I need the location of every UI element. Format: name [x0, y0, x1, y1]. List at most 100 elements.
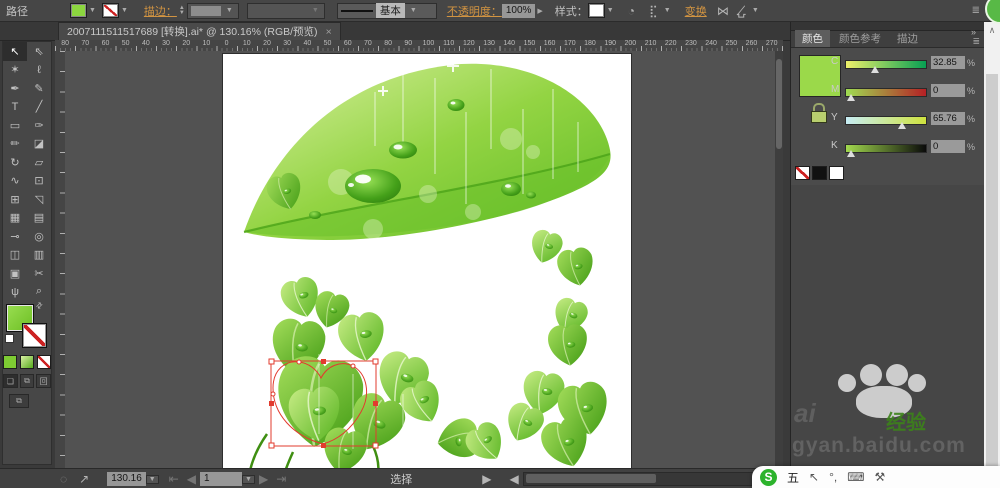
first-artboard-icon[interactable]: ⇤ [169, 472, 179, 486]
sync-status-icon[interactable]: ◌ [60, 472, 67, 486]
symbol-sprayer-tool[interactable]: ◫ [3, 246, 27, 265]
scale-tool[interactable]: ▱ [27, 153, 51, 172]
column-graph-tool[interactable]: ▥ [27, 246, 51, 265]
style-swatch[interactable] [587, 3, 605, 18]
align-dropdown-icon[interactable]: ▼ [662, 7, 673, 14]
channel-slider[interactable] [845, 60, 927, 69]
line-segment-tool[interactable]: ╱ [27, 98, 51, 117]
default-colors-icon[interactable] [5, 334, 14, 343]
free-transform-tool[interactable]: ⊡ [27, 172, 51, 191]
hscroll-thumb[interactable] [525, 474, 656, 483]
transform-link[interactable]: 变换 [685, 3, 707, 19]
draw-normal-icon[interactable]: ❏ [3, 374, 18, 388]
color-button[interactable] [3, 355, 17, 369]
gradient-tool[interactable]: ▤ [27, 209, 51, 228]
artboard-number-field[interactable]: 1 [200, 472, 243, 486]
stroke-link[interactable]: 描边： [144, 3, 177, 19]
opacity-link[interactable]: 不透明度： [447, 3, 502, 19]
none-button[interactable] [37, 355, 51, 369]
tab-color[interactable]: 颜色 [795, 30, 830, 47]
shape-builder-tool[interactable]: ⊞ [3, 190, 27, 209]
ime-keyboard-icon[interactable]: ⌨ [847, 470, 864, 484]
artboard-tool[interactable]: ▣ [3, 264, 27, 283]
prev-artboard-icon[interactable]: ◀ [187, 472, 196, 486]
curvature-pen-tool[interactable]: ✎ [27, 79, 51, 98]
type-tool[interactable]: T [3, 98, 27, 117]
rotate-tool[interactable]: ↻ [3, 153, 27, 172]
channel-value-field[interactable]: 65.76 [931, 112, 965, 125]
lasso-tool[interactable]: ℓ [27, 61, 51, 80]
zoom-tool[interactable]: ⌕ [27, 283, 51, 302]
stroke-weight-stepper[interactable]: ▲ ▼ [179, 5, 185, 16]
stroke-dropdown-icon[interactable]: ▼ [119, 7, 130, 14]
last-artboard-icon[interactable]: ⇥ [276, 472, 286, 486]
ime-punctuation-icon[interactable]: °, [829, 470, 837, 484]
align-icon[interactable]: ⣏ [649, 4, 658, 18]
brush-definition-dropdown[interactable]: 基本 ▼ [336, 2, 437, 19]
stroke-weight-dropdown[interactable]: ▼ [186, 2, 239, 19]
draw-behind-icon[interactable]: ⧉ [19, 374, 35, 388]
slider-thumb[interactable] [897, 122, 906, 129]
channel-value-field[interactable]: 0 [931, 140, 965, 153]
ime-settings-icon[interactable]: ⚒ [875, 470, 886, 484]
magic-wand-tool[interactable]: ✶ [3, 61, 27, 80]
ime-cursor-icon[interactable]: ↖ [809, 470, 819, 484]
opacity-value-field[interactable]: 100% [501, 3, 536, 18]
selection-tool[interactable]: ↖ [3, 42, 27, 61]
mesh-tool[interactable]: ▦ [3, 209, 27, 228]
screen-mode-icon[interactable]: ⧉ [9, 394, 29, 408]
stroke-color-swatch[interactable] [101, 3, 119, 18]
zoom-level-field[interactable]: 130.16 [107, 472, 146, 486]
slice-tool[interactable]: ✂ [27, 264, 51, 283]
zoom-dropdown[interactable]: ▼ [145, 474, 159, 484]
slider-thumb[interactable] [846, 150, 855, 157]
toolbar-stroke-swatch[interactable] [22, 323, 47, 348]
ime-logo[interactable]: S [760, 468, 777, 486]
hand-tool[interactable]: ψ [3, 283, 27, 302]
channel-value-field[interactable]: 0 [931, 84, 965, 97]
channel-slider[interactable] [845, 116, 927, 125]
swap-fill-stroke-icon[interactable]: ⇄ [34, 300, 45, 311]
rectangle-tool[interactable]: ▭ [3, 116, 27, 135]
share-icon[interactable]: ↗ [79, 472, 89, 486]
recolor-artwork-icon[interactable]: ◔ [628, 4, 635, 18]
channel-value-field[interactable]: 32.85 [931, 56, 965, 69]
none-swatch[interactable] [795, 166, 810, 180]
black-swatch[interactable] [812, 166, 827, 180]
select-similar-dropdown[interactable]: ▼ [750, 7, 761, 14]
channel-slider[interactable] [845, 144, 927, 153]
width-profile-dropdown[interactable]: ▼ [246, 2, 325, 19]
channel-slider[interactable] [845, 88, 927, 97]
pen-tool[interactable]: ✒ [3, 79, 27, 98]
page-scroll-thumb[interactable] [986, 74, 998, 488]
page-scrollbar[interactable]: ∧ [984, 22, 1000, 488]
blend-tool[interactable]: ◎ [27, 227, 51, 246]
eraser-tool[interactable]: ◪ [27, 135, 51, 154]
hscroll-left-arrow[interactable]: ◀ [510, 472, 519, 486]
opacity-expand-icon[interactable]: ▶ [535, 7, 544, 15]
fill-color-swatch[interactable] [70, 3, 87, 18]
lock-icon[interactable] [811, 103, 827, 123]
pencil-tool[interactable]: ✏ [3, 135, 27, 154]
style-dropdown-icon[interactable]: ▼ [605, 7, 616, 14]
tab-stroke[interactable]: 描边 [890, 30, 925, 47]
slider-thumb[interactable] [871, 66, 880, 73]
next-artboard-icon[interactable]: ▶ [259, 472, 268, 486]
close-tab-icon[interactable]: × [326, 26, 332, 38]
white-swatch[interactable] [829, 166, 844, 180]
slider-thumb[interactable] [846, 94, 855, 101]
color-panel-menu-icon[interactable]: ≣ [972, 36, 984, 47]
select-similar-icon[interactable]: ⍽̸ [737, 4, 746, 18]
draw-inside-icon[interactable]: 回 [36, 374, 52, 388]
paintbrush-tool[interactable]: ✑ [27, 116, 51, 135]
ime-mode-label[interactable]: 五 [787, 469, 799, 486]
artboard-dropdown[interactable]: ▼ [242, 474, 255, 484]
panel-menu-icon[interactable]: ≣ [972, 5, 980, 16]
status-expand-icon[interactable]: ▶ [482, 472, 491, 486]
tab-color-guide[interactable]: 颜色参考 [832, 30, 888, 47]
fill-dropdown-icon[interactable]: ▼ [87, 7, 98, 14]
canvas-vertical-scrollbar[interactable] [775, 51, 783, 468]
gradient-button[interactable] [20, 355, 34, 369]
isolate-object-icon[interactable]: ⋈ [717, 4, 729, 18]
direct-selection-tool[interactable]: ⇖ [27, 42, 51, 61]
